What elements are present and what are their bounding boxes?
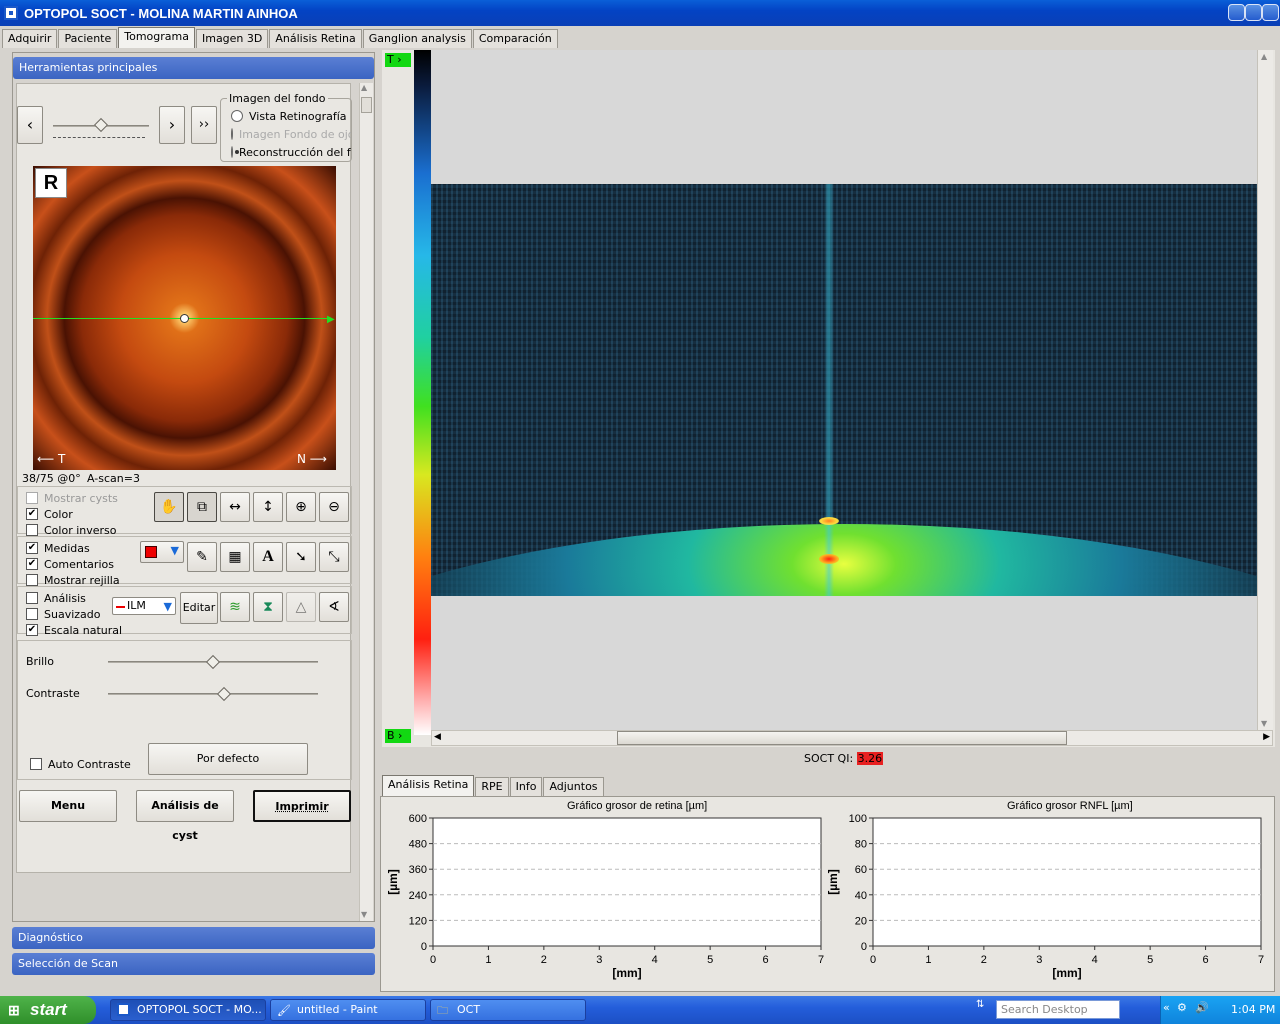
- x-tick-label: 3: [1036, 954, 1042, 966]
- y-tick-label: 20: [855, 915, 867, 927]
- x-tick-label: 5: [707, 954, 713, 966]
- x-tick-label: 4: [652, 954, 658, 966]
- x-tick-label: 1: [925, 954, 931, 966]
- volume-icon[interactable]: 🔊: [1195, 1001, 1209, 1014]
- task-paint[interactable]: 🖌 untitled - Paint: [270, 999, 426, 1021]
- task-label: untitled - Paint: [297, 1003, 378, 1016]
- x-tick-label: 5: [1147, 954, 1153, 966]
- y-tick-label: 600: [409, 813, 427, 825]
- y-tick-label: 60: [855, 864, 867, 876]
- y-tick-label: 0: [861, 941, 867, 953]
- x-tick-label: 1: [485, 954, 491, 966]
- y-tick-label: 80: [855, 839, 867, 851]
- y-tick-label: 120: [409, 915, 427, 927]
- y-tick-label: 100: [849, 813, 867, 825]
- y-tick-label: 480: [409, 839, 427, 851]
- task-optopol[interactable]: OPTOPOL SOCT - MO...: [110, 999, 266, 1021]
- plot-area: [872, 817, 1262, 947]
- clock[interactable]: 1:04 PM: [1231, 1003, 1275, 1016]
- x-tick-label: 4: [1092, 954, 1098, 966]
- chart-title: Gráfico grosor RNFL [µm]: [1007, 800, 1133, 812]
- x-axis-label: [mm]: [1052, 966, 1081, 980]
- y-tick-label: 360: [409, 864, 427, 876]
- y-tick-label: 0: [421, 941, 427, 953]
- paint-icon: 🖌: [277, 1004, 291, 1017]
- folder-icon: 🗀: [437, 1004, 448, 1017]
- x-tick-label: 0: [430, 954, 436, 966]
- start-label: start: [30, 1000, 67, 1019]
- task-label: OCT: [457, 1003, 481, 1016]
- x-tick-label: 0: [870, 954, 876, 966]
- plot-area: [432, 817, 822, 947]
- task-label: OPTOPOL SOCT - MO...: [137, 1003, 262, 1016]
- tray-arrow-icon[interactable]: «: [1163, 1001, 1170, 1014]
- chart-title: Gráfico grosor de retina [µm]: [567, 800, 707, 812]
- start-button[interactable]: ⊞ start: [0, 996, 96, 1024]
- x-tick-label: 2: [981, 954, 987, 966]
- x-tick-label: 3: [596, 954, 602, 966]
- x-axis-label: [mm]: [612, 966, 641, 980]
- taskbar: ⊞ start OPTOPOL SOCT - MO... 🖌 untitled - …: [0, 996, 1280, 1024]
- y-axis-label: [µm]: [386, 869, 400, 895]
- system-tray: « ⚙ 🔊 1:04 PM: [1160, 996, 1280, 1024]
- task-oct-folder[interactable]: 🗀 OCT: [430, 999, 586, 1021]
- network-icon[interactable]: ⚙: [1177, 1001, 1187, 1014]
- x-tick-label: 6: [763, 954, 769, 966]
- x-tick-label: 2: [541, 954, 547, 966]
- y-tick-label: 240: [409, 890, 427, 902]
- thickness-charts: Gráfico grosor de retina [µm]01202403604…: [386, 800, 1264, 980]
- x-tick-label: 7: [1258, 954, 1264, 966]
- windows-logo-icon: ⊞: [8, 1002, 20, 1018]
- x-tick-label: 6: [1203, 954, 1209, 966]
- search-options-icon[interactable]: ⇅: [976, 999, 984, 1010]
- x-tick-label: 7: [818, 954, 824, 966]
- y-axis-label: [µm]: [826, 869, 840, 895]
- desktop-search-input[interactable]: Search Desktop: [996, 1000, 1120, 1019]
- app-icon: [117, 1003, 130, 1016]
- y-tick-label: 40: [855, 890, 867, 902]
